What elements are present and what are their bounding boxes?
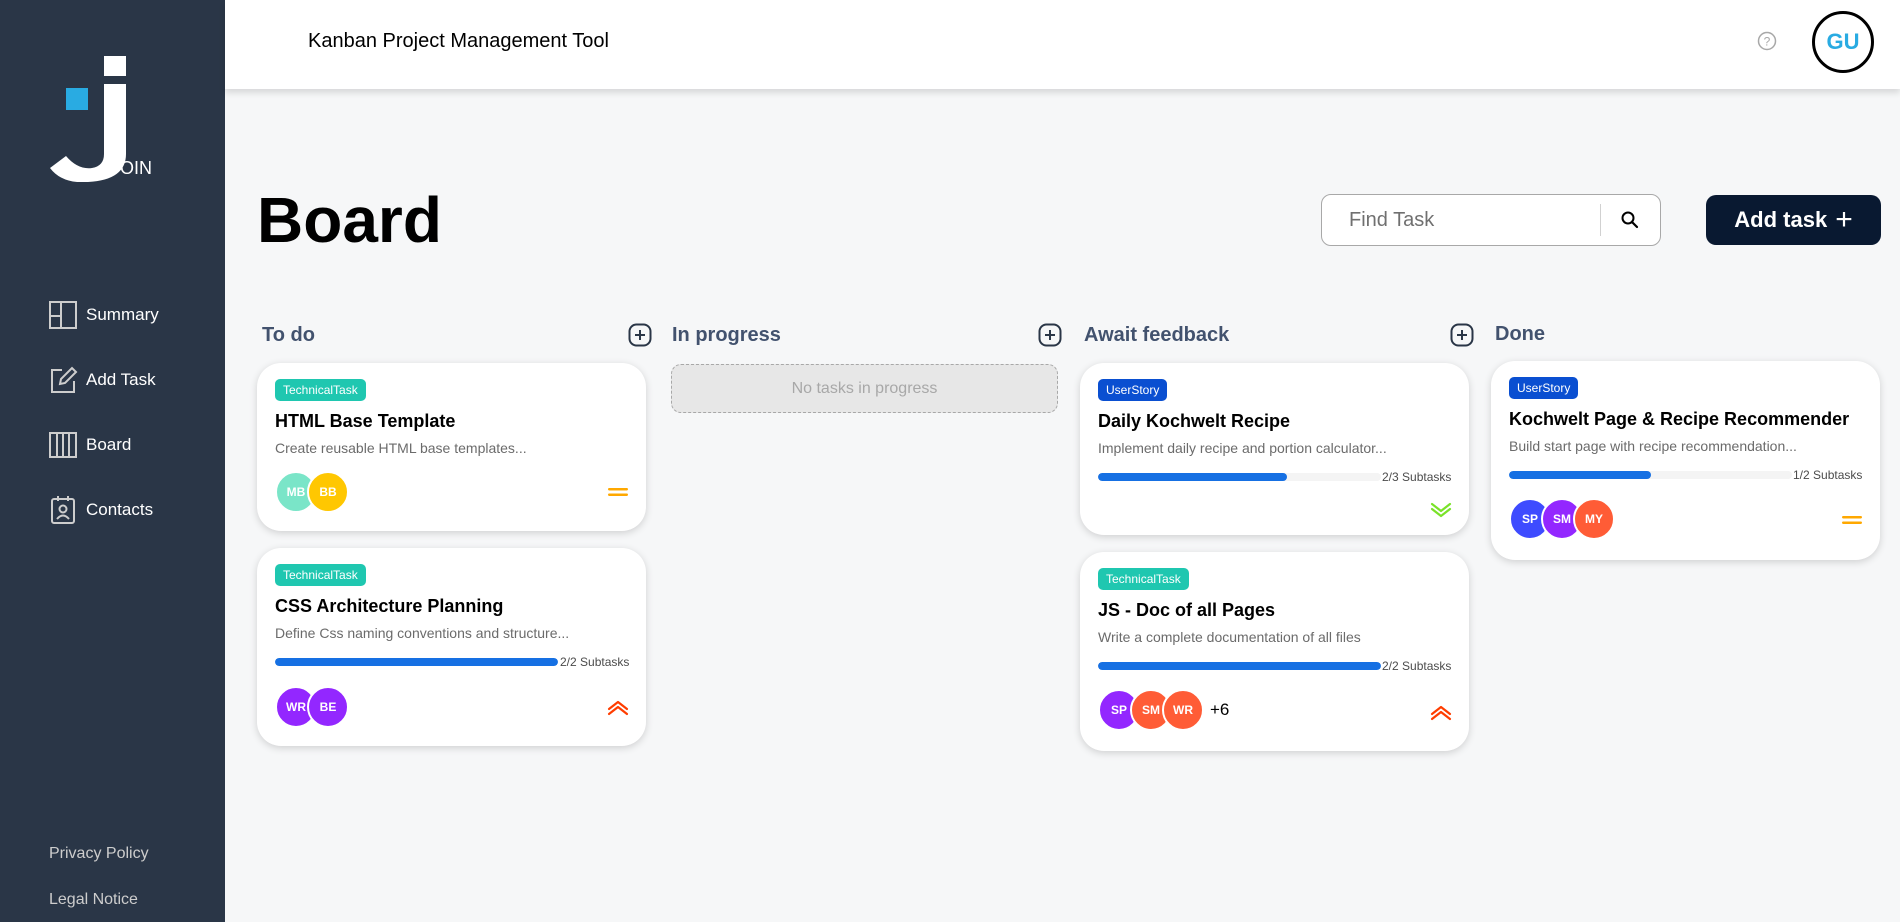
card-title: Daily Kochwelt Recipe xyxy=(1098,411,1291,431)
subtask-progress-bar xyxy=(275,658,558,666)
subtask-count: 2/3 Subtasks xyxy=(1382,470,1452,484)
header: Kanban Project Management Tool ? GU xyxy=(225,0,1900,89)
more-assignees-count: +6 xyxy=(1210,700,1230,719)
user-avatar[interactable]: GU xyxy=(1812,11,1874,73)
column-header-await-feedback: Await feedback xyxy=(1084,322,1474,348)
column-title: To do xyxy=(262,323,315,346)
assignee-avatars: WR BE xyxy=(275,686,349,728)
join-logo[interactable]: OIN xyxy=(48,56,158,182)
card-title: CSS Architecture Planning xyxy=(275,596,504,616)
priority-low-icon xyxy=(1430,502,1452,518)
assignee-avatars: SP SM WR +6 xyxy=(1098,689,1229,731)
search-icon xyxy=(1621,211,1639,229)
add-to-column-icon[interactable] xyxy=(1038,323,1062,347)
add-task-icon xyxy=(51,366,78,393)
progress-fill xyxy=(1098,473,1287,481)
summary-icon xyxy=(49,301,77,329)
task-card[interactable]: TechnicalTask HTML Base Template Create … xyxy=(257,363,646,531)
card-description: Build start page with recipe recommendat… xyxy=(1509,438,1797,454)
search-input[interactable] xyxy=(1322,208,1600,232)
category-tag: TechnicalTask xyxy=(275,564,366,586)
assignee-avatars: SP SM MY xyxy=(1509,498,1615,540)
search-button[interactable] xyxy=(1601,195,1660,245)
category-tag: TechnicalTask xyxy=(275,379,366,401)
add-to-column-icon[interactable] xyxy=(1450,323,1474,347)
card-title: JS - Doc of all Pages xyxy=(1098,600,1276,620)
privacy-policy-link[interactable]: Privacy Policy xyxy=(49,845,149,863)
sidebar: OIN Summary Add Task Board Contacts Priv… xyxy=(0,0,225,922)
task-card[interactable]: UserStory Kochwelt Page & Recipe Recomme… xyxy=(1491,361,1880,560)
add-task-label: Add task xyxy=(1734,207,1828,232)
priority-urgent-icon xyxy=(1430,705,1452,721)
header-title: Kanban Project Management Tool xyxy=(308,30,609,52)
card-title: Kochwelt Page & Recipe Recommender xyxy=(1509,409,1850,429)
help-icon[interactable]: ? xyxy=(1757,31,1777,51)
empty-column-placeholder: No tasks in progress xyxy=(671,364,1058,413)
sidebar-item-summary[interactable]: Summary xyxy=(48,300,159,330)
priority-medium-icon xyxy=(1842,516,1862,524)
task-card[interactable]: TechnicalTask JS - Doc of all Pages Writ… xyxy=(1080,552,1469,751)
board-icon xyxy=(49,432,77,458)
plus-icon: + xyxy=(1835,203,1853,236)
search-box xyxy=(1321,194,1661,246)
category-tag: UserStory xyxy=(1098,379,1168,401)
add-to-column-icon[interactable] xyxy=(628,323,652,347)
column-title: Done xyxy=(1495,322,1545,345)
priority-urgent-icon xyxy=(607,700,629,716)
column-header-done: Done xyxy=(1495,321,1885,347)
avatar: BB xyxy=(307,471,349,513)
subtask-count: 2/2 Subtasks xyxy=(560,655,630,669)
column-header-in-progress: In progress xyxy=(672,322,1062,348)
column-title: Await feedback xyxy=(1084,323,1230,346)
avatar: MY xyxy=(1573,498,1615,540)
column-title: In progress xyxy=(672,323,781,346)
subtask-count: 2/2 Subtasks xyxy=(1382,659,1452,673)
sidebar-item-board[interactable]: Board xyxy=(48,430,159,460)
svg-text:?: ? xyxy=(1764,35,1771,49)
legal-notice-link[interactable]: Legal Notice xyxy=(49,891,138,909)
avatar: WR xyxy=(1162,689,1204,731)
card-description: Implement daily recipe and portion calcu… xyxy=(1098,440,1387,456)
subtask-progress-bar xyxy=(1098,662,1381,670)
avatar: BE xyxy=(307,686,349,728)
column-header-todo: To do xyxy=(262,322,652,348)
card-description: Write a complete documentation of all fi… xyxy=(1098,629,1361,645)
card-title: HTML Base Template xyxy=(275,411,456,431)
sidebar-item-contacts[interactable]: Contacts xyxy=(48,495,159,525)
priority-medium-icon xyxy=(608,488,628,496)
progress-fill xyxy=(1098,662,1381,670)
add-task-button[interactable]: Add task + xyxy=(1706,195,1881,245)
subtask-count: 1/2 Subtasks xyxy=(1793,468,1863,482)
sidebar-item-add-task[interactable]: Add Task xyxy=(48,365,159,395)
assignee-avatars: MB BB xyxy=(275,471,349,513)
task-card[interactable]: TechnicalTask CSS Architecture Planning … xyxy=(257,548,646,746)
progress-fill xyxy=(275,658,558,666)
subtask-progress-bar xyxy=(1098,473,1381,481)
sidebar-nav: Summary Add Task Board Contacts xyxy=(48,300,159,560)
contacts-icon xyxy=(51,496,75,524)
sidebar-item-label: Summary xyxy=(86,305,159,324)
card-description: Define Css naming conventions and struct… xyxy=(275,625,570,641)
card-description: Create reusable HTML base templates... xyxy=(275,440,527,456)
category-tag: UserStory xyxy=(1509,377,1579,399)
subtask-progress-bar xyxy=(1509,471,1792,479)
sidebar-item-label: Board xyxy=(86,435,132,454)
sidebar-item-label: Add Task xyxy=(86,370,156,389)
sidebar-item-label: Contacts xyxy=(86,500,154,519)
task-card[interactable]: UserStory Daily Kochwelt Recipe Implemen… xyxy=(1080,363,1469,535)
page-title: Board xyxy=(257,184,442,256)
progress-fill xyxy=(1509,471,1651,479)
logo-text: OIN xyxy=(120,158,152,178)
category-tag: TechnicalTask xyxy=(1098,568,1189,590)
